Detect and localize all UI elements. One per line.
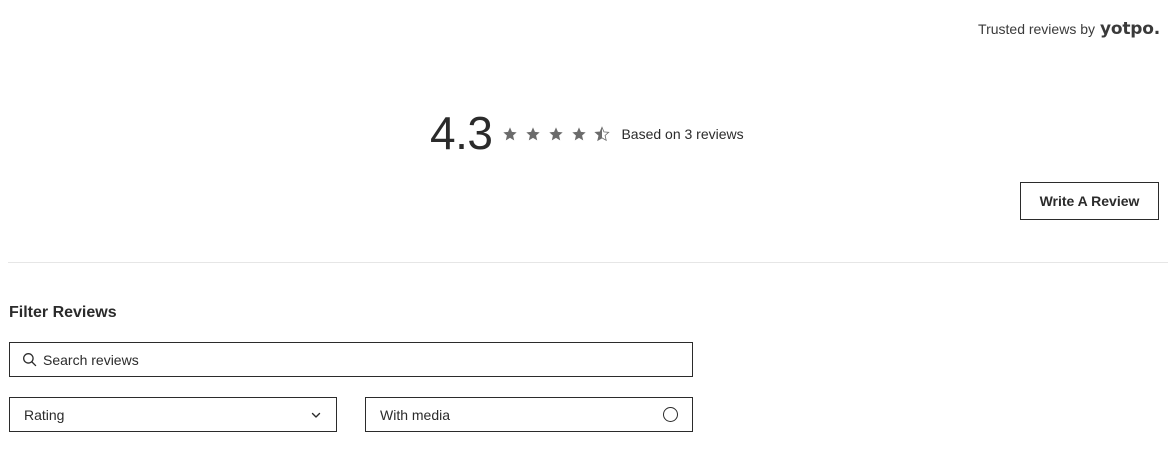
with-media-filter[interactable]: With media	[365, 397, 693, 432]
write-review-button[interactable]: Write A Review	[1020, 182, 1159, 220]
half-star-icon	[594, 126, 611, 142]
review-count: Based on 3 reviews	[621, 126, 744, 142]
yotpo-logo[interactable]: yotpo.	[1100, 19, 1160, 39]
star-icon	[503, 127, 518, 141]
with-media-radio[interactable]	[663, 407, 678, 422]
rating-select-value: Rating	[24, 406, 65, 423]
trusted-by-text: Trusted reviews by	[978, 21, 1095, 37]
search-input[interactable]	[43, 351, 692, 368]
average-score: 4.3	[430, 107, 493, 159]
section-divider	[8, 262, 1168, 263]
rating-summary: 4.3 Based on 3 reviews	[430, 108, 744, 158]
trusted-by-badge[interactable]: Trusted reviews by yotpo.	[978, 19, 1160, 39]
star-icon	[572, 127, 587, 141]
with-media-label: With media	[380, 406, 451, 423]
search-field[interactable]	[9, 342, 693, 377]
star-icon	[526, 127, 541, 141]
search-icon	[23, 353, 37, 367]
chevron-down-icon	[311, 412, 321, 418]
reviews-widget: Trusted reviews by yotpo. 4.3 Based on 3…	[0, 0, 1176, 467]
rating-filter-select[interactable]: Rating	[9, 397, 337, 432]
filter-reviews-title: Filter Reviews	[9, 304, 117, 321]
star-icon	[549, 127, 564, 141]
star-rating	[502, 126, 611, 142]
